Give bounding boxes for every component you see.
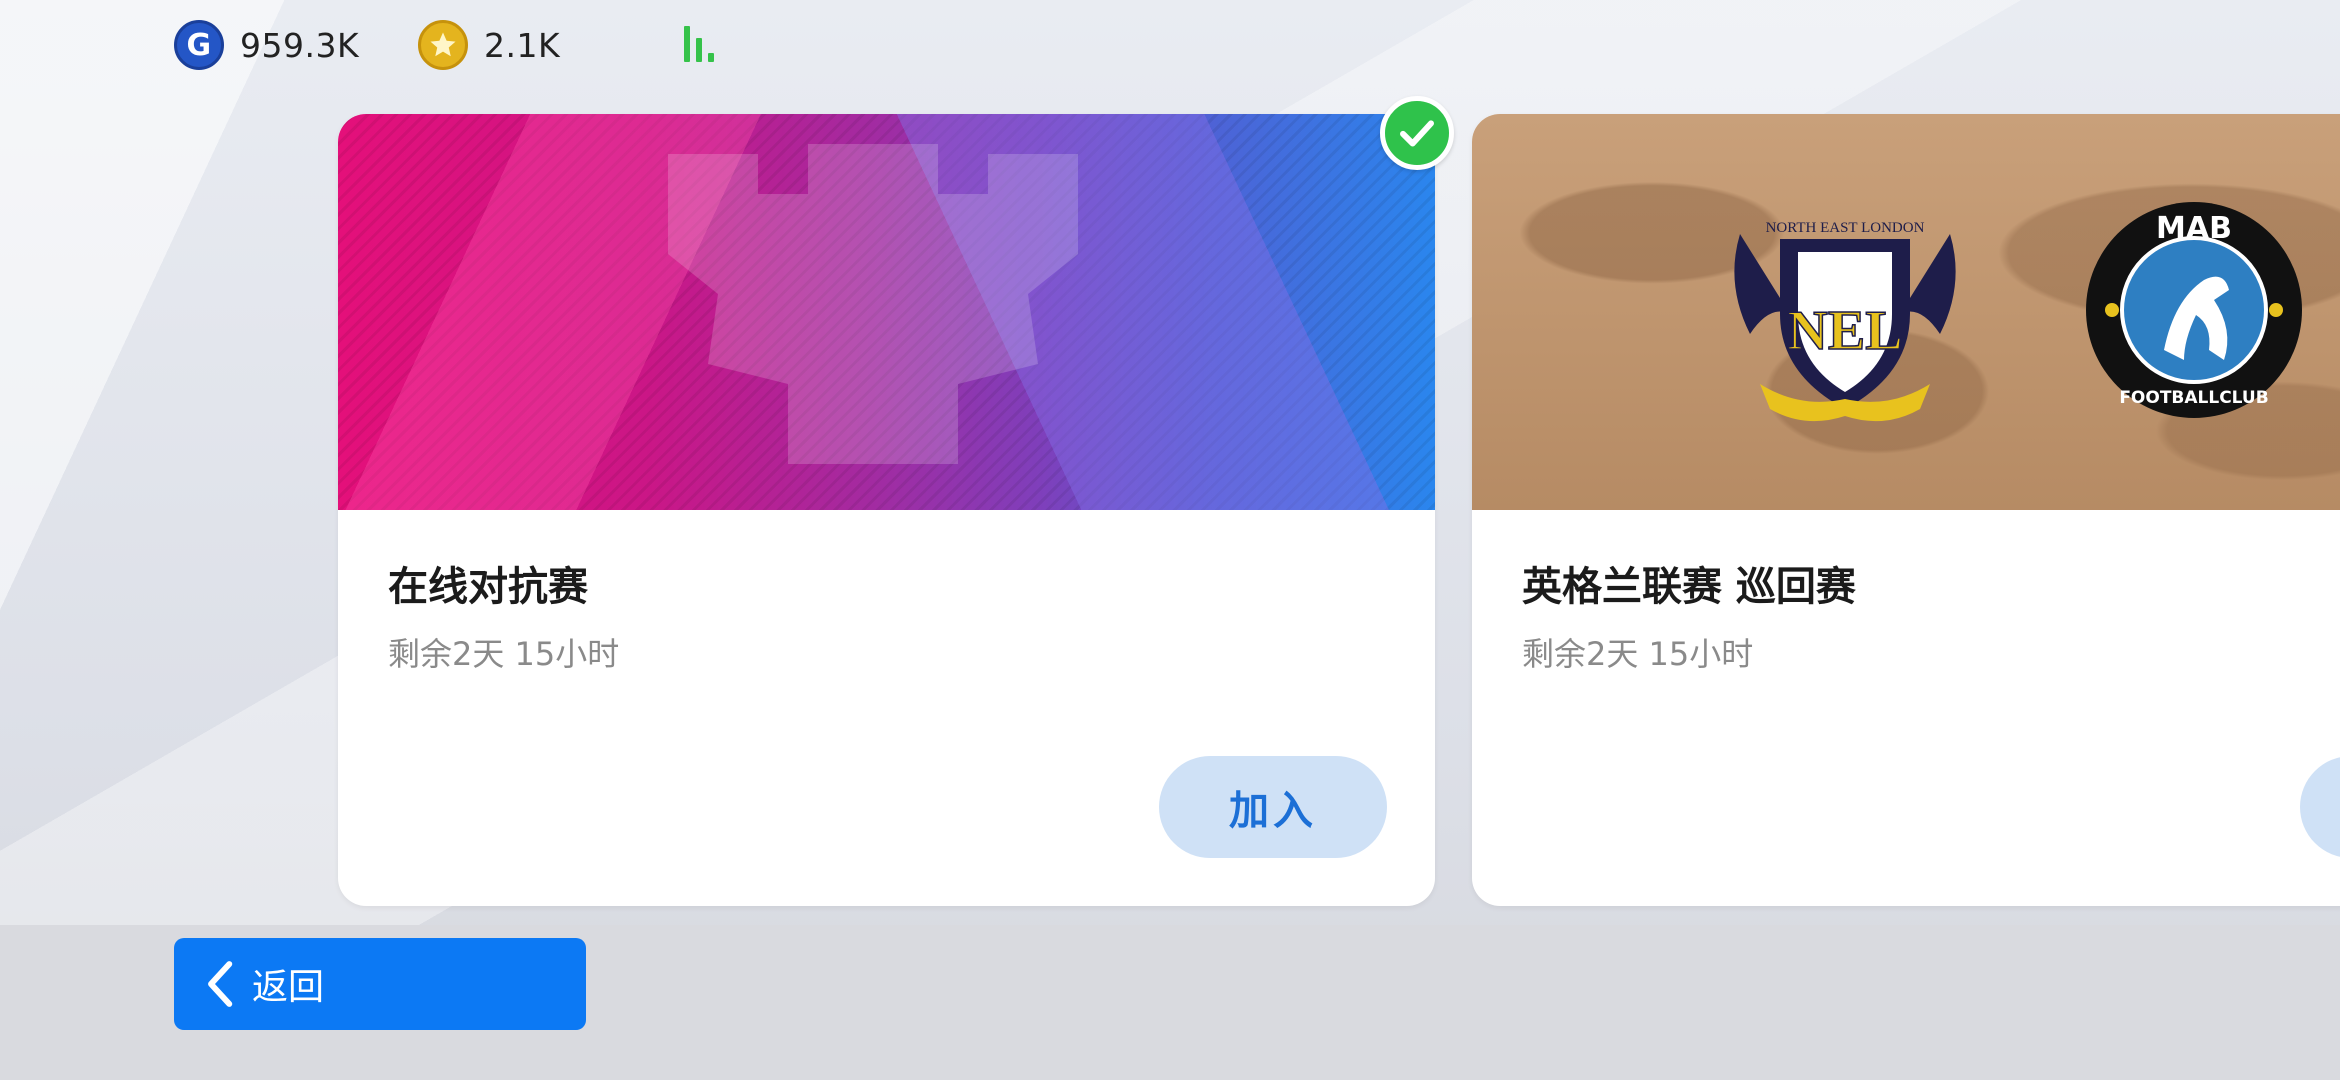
back-button[interactable]: 返回: [174, 938, 586, 1030]
join-button-partial[interactable]: [2300, 756, 2340, 858]
svg-text:NEL: NEL: [1787, 300, 1902, 362]
event-banner-england: NORTH EAST LONDON NEL MAB FOOTBALLCLUB: [1472, 114, 2340, 510]
event-card-england-tour[interactable]: NORTH EAST LONDON NEL MAB FOOTBALLCLUB 英…: [1472, 114, 2340, 906]
join-button[interactable]: 加入: [1159, 756, 1387, 858]
svg-text:FOOTBALLCLUB: FOOTBALLCLUB: [2119, 388, 2268, 408]
pes-watermark-icon: [668, 144, 1078, 464]
star-coin-icon: [418, 20, 468, 70]
nel-crest-icon: NORTH EAST LONDON NEL: [1734, 220, 1956, 422]
gp-coin-icon: G: [174, 20, 224, 70]
card-title: 在线对抗赛: [388, 564, 588, 610]
event-banner-online: [338, 114, 1435, 510]
card-time-left: 剩余2天 15小时: [388, 635, 620, 673]
gp-balance: G 959.3K: [174, 20, 359, 70]
svg-text:MAB: MAB: [2156, 211, 2232, 246]
event-card-online-match[interactable]: 在线对抗赛 剩余2天 15小时 加入: [338, 114, 1435, 906]
chevron-left-icon: [208, 961, 233, 1007]
card-time-left: 剩余2天 15小时: [1522, 635, 1754, 673]
back-label: 返回: [252, 967, 325, 1008]
svg-text:NORTH EAST LONDON: NORTH EAST LONDON: [1766, 220, 1925, 236]
coin-balance: 2.1K: [418, 20, 560, 70]
connection-signal-icon: [684, 26, 724, 62]
coin-value: 2.1K: [484, 25, 561, 65]
mab-crest-icon: MAB FOOTBALLCLUB: [2086, 202, 2302, 418]
gp-value: 959.3K: [240, 25, 360, 65]
selected-check-icon: [1380, 96, 1454, 170]
card-title: 英格兰联赛 巡回赛: [1522, 564, 1856, 610]
